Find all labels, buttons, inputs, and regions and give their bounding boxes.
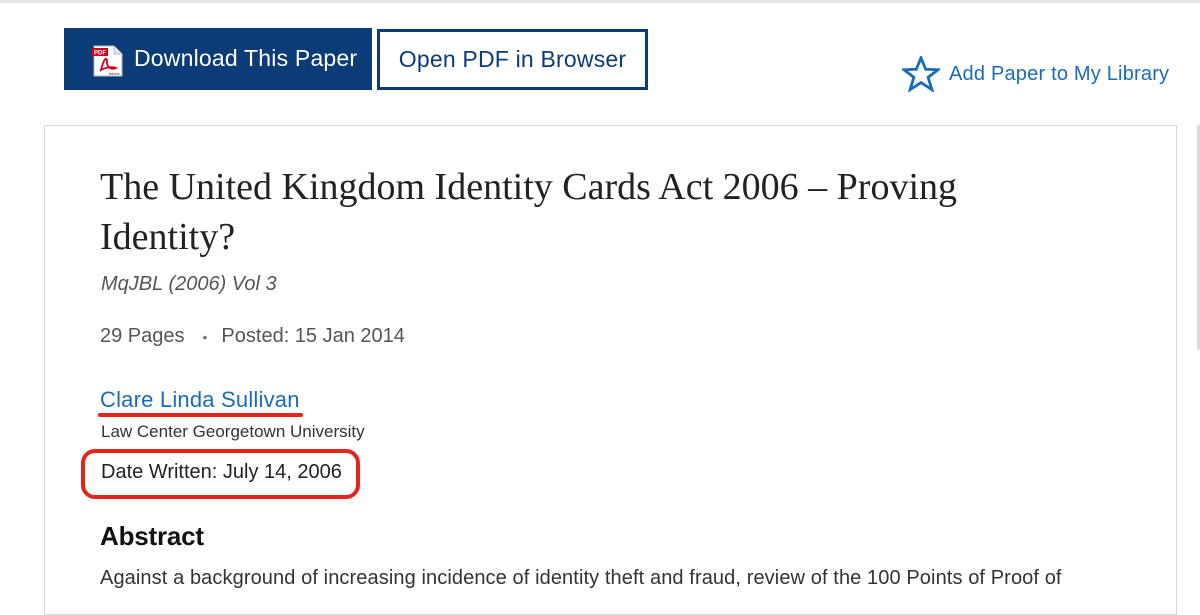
open-pdf-button[interactable]: Open PDF in Browser xyxy=(377,29,648,90)
pdf-icon-brand: Adobe xyxy=(108,71,120,76)
add-to-library-link[interactable]: Add Paper to My Library xyxy=(902,56,1169,92)
pdf-icon-text: PDF xyxy=(94,51,106,57)
author-affiliation: Law Center Georgetown University xyxy=(101,422,365,441)
pdf-icon: PDF Adobe xyxy=(92,45,123,77)
paper-title: The United Kingdom Identity Cards Act 20… xyxy=(100,166,958,258)
date-written: Date Written: July 14, 2006 xyxy=(101,461,342,483)
meta-separator: • xyxy=(202,328,208,345)
author-red-underline-annotation xyxy=(98,413,303,417)
download-paper-button[interactable]: PDF Adobe Download This Paper xyxy=(64,28,372,90)
add-to-library-label: Add Paper to My Library xyxy=(949,62,1170,85)
author-link[interactable]: Clare Linda Sullivan xyxy=(100,387,300,413)
paper-meta: 29 Pages • Posted: 15 Jan 2014 xyxy=(100,325,405,348)
posted-date: Posted: 15 Jan 2014 xyxy=(221,325,405,347)
journal-citation: MqJBL (2006) Vol 3 xyxy=(101,273,277,295)
download-paper-label: Download This Paper xyxy=(134,45,358,71)
abstract-heading: Abstract xyxy=(100,521,204,551)
open-pdf-label: Open PDF in Browser xyxy=(398,46,627,72)
abstract-text: Against a background of increasing incid… xyxy=(100,567,1062,589)
top-divider xyxy=(0,0,1200,3)
page-count: 29 Pages xyxy=(100,325,185,347)
star-outline-icon xyxy=(902,56,940,92)
